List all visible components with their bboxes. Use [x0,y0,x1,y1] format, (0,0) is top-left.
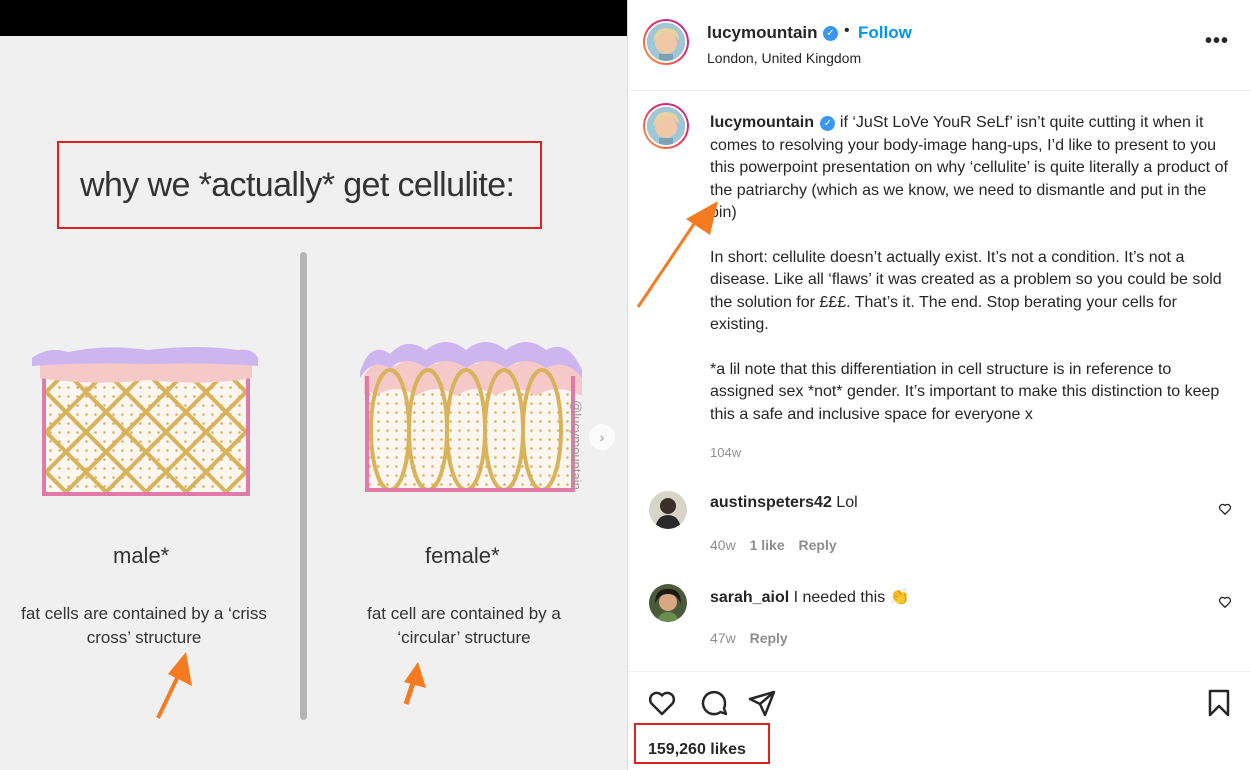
post-location[interactable]: London, United Kingdom [707,50,861,66]
heart-icon[interactable] [1218,502,1232,516]
annotation-arrow-icon [403,662,426,705]
reply-button[interactable]: Reply [799,537,837,553]
female-cell-illustration [360,342,582,492]
commenter-username[interactable]: sarah_aiol [710,589,789,606]
female-description: fat cell are contained by a ‘circular’ s… [367,604,561,647]
caption-author-avatar[interactable] [643,103,689,149]
female-label: female* [425,543,500,568]
heart-icon[interactable] [646,687,678,719]
comment-icon[interactable] [698,687,730,719]
commenter-avatar[interactable] [649,491,687,529]
caption-timestamp[interactable]: 104w [710,445,741,460]
header-separator: • [844,22,850,39]
follow-button[interactable]: Follow [858,23,912,43]
verified-badge-icon: ✓ [820,116,836,131]
comment-timestamp[interactable]: 40w [710,537,736,553]
heart-icon[interactable] [1218,595,1232,609]
comments-scroll-area[interactable]: lucymountain ✓ if ‘JuSt LoVe YouR SeLf’ … [628,91,1251,671]
annotation-arrow-icon [636,201,718,308]
author-username[interactable]: lucymountain [707,23,818,43]
slide-divider [300,252,307,720]
comment-text: Lol [836,494,858,511]
male-label: male* [113,543,170,568]
caption-paragraph-2: In short: cellulite doesn’t actually exi… [710,248,1222,334]
share-icon[interactable] [746,687,778,719]
chevron-right-icon[interactable]: › [589,424,615,450]
commenter-username[interactable]: austinspeters42 [710,494,832,511]
caption-paragraph-3: *a lil note that this differentiation in… [710,360,1220,423]
slide-title: why we *actually* get cellulite: [80,166,515,204]
post-caption: lucymountain ✓ if ‘JuSt LoVe YouR SeLf’ … [710,112,1230,426]
comment-timestamp[interactable]: 47w [710,630,736,646]
bookmark-icon[interactable] [1203,687,1235,719]
annotation-arrow-icon [156,652,192,719]
comment-likes[interactable]: 1 like [750,537,785,553]
image-watermark: @lucymountain [569,400,584,490]
post-image: why we *actually* get cellulite: @lucymo… [0,0,627,770]
verified-badge-icon: ✓ [823,26,838,41]
post-side-panel: lucymountain ✓ • Follow London, United K… [627,0,1251,770]
author-avatar[interactable] [643,19,689,65]
comment-item: sarah_aiol I needed this 👏 47w Reply [628,584,1251,664]
actions-divider [628,671,1251,672]
comment-item: austinspeters42 Lol 40w 1 like Reply [628,491,1251,571]
caption-username[interactable]: lucymountain [710,114,814,131]
male-description: fat cells are contained by a ‘criss cros… [21,604,267,647]
likes-count[interactable]: 159,260 likes [648,741,746,759]
reply-button[interactable]: Reply [750,630,788,646]
clapping-hands-emoji: 👏 [889,589,910,606]
image-top-bar [0,0,627,36]
comment-text: I needed this [793,589,886,606]
commenter-avatar[interactable] [649,584,687,622]
male-cell-illustration [32,347,258,496]
more-options-icon[interactable]: ••• [1205,30,1229,53]
